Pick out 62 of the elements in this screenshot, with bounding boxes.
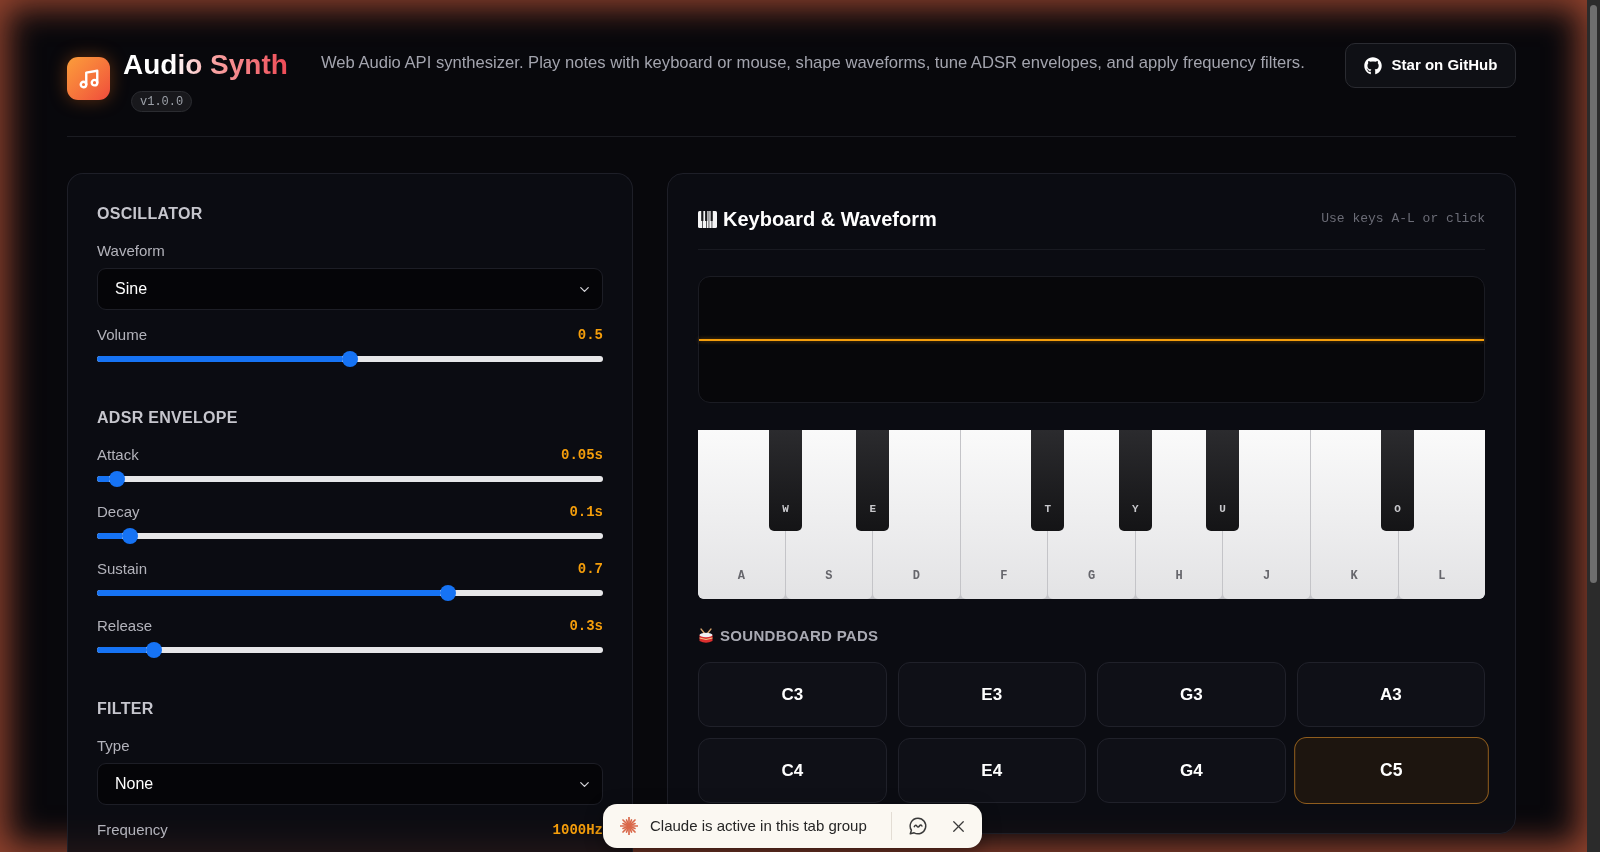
sharp-key[interactable]: O	[1381, 430, 1415, 531]
key-label: K	[1350, 568, 1358, 585]
field-label: Sustain	[97, 559, 148, 579]
panel-title: Keyboard & Waveform	[723, 207, 937, 232]
field-label: Decay	[97, 502, 140, 522]
section-heading: FILTER	[97, 699, 155, 719]
field-label: Frequency	[97, 820, 168, 840]
value-reading: 0.1s	[569, 503, 603, 522]
key-label: H	[1175, 568, 1183, 585]
key-label: F	[1000, 568, 1008, 585]
sound-pad[interactable]: E4	[897, 738, 1086, 803]
sharp-key[interactable]: Y	[1118, 430, 1152, 531]
slider-thumb[interactable]	[342, 351, 358, 367]
sharp-key[interactable]: T	[1031, 430, 1065, 531]
sound-pad[interactable]: C4	[698, 738, 887, 803]
select-field[interactable]: None	[97, 763, 603, 805]
value-reading: 0.3s	[569, 617, 603, 636]
key-label: G	[1087, 568, 1096, 585]
section-heading: ADSR ENVELOPE	[97, 408, 239, 428]
slider-thumb[interactable]	[146, 642, 162, 658]
sound-pad[interactable]: C3	[698, 662, 887, 727]
slider-thumb[interactable]	[440, 585, 456, 601]
chat-bubble-icon	[908, 816, 928, 836]
sound-pad[interactable]: G4	[1097, 738, 1286, 803]
field-label: Attack	[97, 445, 139, 465]
key-label: D	[912, 568, 920, 585]
keyboard-hint: Use keys A-L or click	[1321, 210, 1485, 229]
slider-thumb[interactable]	[121, 528, 138, 544]
value-reading: 0.05s	[561, 446, 603, 465]
key-label: J	[1263, 568, 1271, 585]
field-label: Volume	[97, 325, 148, 345]
sound-pad[interactable]: G3	[1097, 662, 1286, 727]
github-icon	[1363, 56, 1382, 75]
sound-pad[interactable]: E3	[897, 662, 1086, 727]
app-description: Web Audio API synthesizer. Play notes with keyboard or mouse, shape waveforms, tune ADSR envelopes, and apply frequency filters.	[320, 52, 1305, 74]
piano-keys-icon	[698, 210, 717, 228]
field-label: Release	[97, 616, 153, 636]
sharp-key[interactable]: E	[856, 430, 890, 531]
version-badge: v1.0.0	[131, 91, 193, 112]
section-heading: OSCILLATOR	[97, 204, 204, 224]
value-reading: 0.7	[577, 560, 603, 579]
sharp-key[interactable]: U	[1206, 430, 1240, 531]
field-label: Waveform	[97, 241, 166, 261]
asterisk-logo-icon	[620, 817, 638, 835]
scrollbar-thumb[interactable]	[1590, 5, 1597, 583]
field-label: Type	[97, 736, 131, 756]
value-reading: 0.5	[577, 326, 603, 345]
github-star-button[interactable]: Star on GitHub	[1345, 43, 1516, 88]
sharp-key[interactable]: W	[768, 430, 802, 531]
sound-pad[interactable]: C5	[1293, 737, 1488, 804]
notification-message: Claude is active in this tab group	[650, 815, 867, 836]
value-reading: 1000Hz	[552, 821, 603, 840]
piano-keyboard[interactable]: A S D F G H J K L W E T Y U O	[698, 430, 1485, 599]
music-note-icon	[67, 57, 110, 100]
key-label: S	[825, 568, 833, 585]
slider-thumb[interactable]	[109, 471, 126, 487]
select-field[interactable]: Sine	[97, 268, 603, 310]
key-label: L	[1438, 568, 1446, 585]
sound-pad[interactable]: A3	[1296, 662, 1485, 727]
drum-icon	[698, 628, 714, 644]
section-heading: SOUNDBOARD PADS	[720, 626, 879, 646]
key-label: A	[737, 568, 745, 585]
